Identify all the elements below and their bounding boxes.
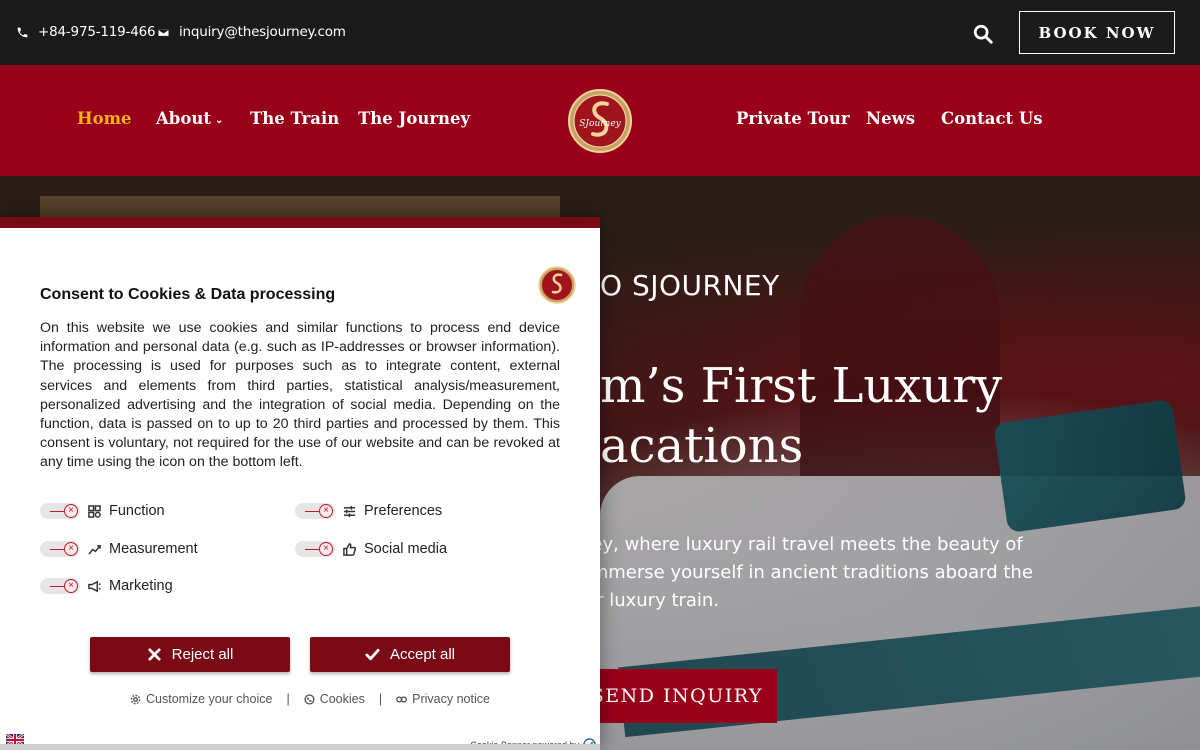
marketing-toggle[interactable]: × (40, 578, 80, 594)
consent-description: On this website we use cookies and simil… (40, 320, 560, 471)
nav-item-news[interactable]: News (866, 109, 915, 128)
sliders-icon (343, 505, 356, 517)
gear-icon (130, 694, 141, 704)
logo-text: SJourney (579, 119, 621, 129)
nav-label: About (156, 109, 211, 128)
nav-label: Contact Us (941, 109, 1043, 128)
nav-label: Private Tour (736, 109, 850, 128)
nav-item-private-tour[interactable]: Private Tour (736, 109, 850, 128)
phone-icon (17, 27, 28, 37)
email-contact[interactable]: inquiry@thesjourney.com (157, 24, 346, 40)
nav-label: Home (77, 109, 132, 128)
phone-contact[interactable]: +84-975-119-466 (16, 24, 156, 40)
privacy-label: Privacy notice (412, 692, 490, 706)
book-now-button[interactable]: BOOK NOW (1019, 11, 1175, 54)
hero-description: ney, where luxury rail travel meets the … (580, 534, 1033, 611)
category-label: Measurement (109, 541, 198, 557)
preferences-toggle[interactable]: × (295, 503, 335, 519)
link-icon (396, 696, 408, 702)
thumbs-up-icon (343, 542, 356, 556)
cookies-label: Cookies (319, 692, 365, 706)
sjourney-logo (538, 266, 576, 304)
category-label: Function (109, 503, 165, 519)
accept-all-button[interactable]: Accept all (310, 637, 510, 672)
envelope-icon (157, 27, 170, 37)
customize-choice-link[interactable]: Customize your choice (130, 692, 272, 706)
cookie-consent-dialog: Consent to Cookies & Data processing On … (0, 217, 600, 750)
nav-label: The Train (250, 109, 340, 128)
send-inquiry-button[interactable]: SEND INQUIRY (583, 669, 777, 723)
category-label: Preferences (364, 503, 443, 519)
nav-label: News (866, 109, 916, 128)
nav-label: The Journey (358, 109, 471, 128)
link-separator: | (286, 692, 290, 706)
megaphone-icon (88, 580, 101, 592)
function-icon (88, 504, 101, 518)
nav-item-the-train[interactable]: The Train (250, 109, 339, 128)
privacy-notice-link[interactable]: Privacy notice (396, 692, 490, 706)
consent-category-preferences[interactable]: × Preferences (295, 503, 442, 519)
consent-links: Customize your choice | Cookies | Privac… (130, 692, 490, 706)
nav-item-the-journey[interactable]: The Journey (358, 109, 470, 128)
social-media-toggle[interactable]: × (295, 541, 335, 557)
phone-number: +84-975-119-466 (38, 24, 156, 40)
nav-item-home[interactable]: Home (77, 109, 132, 128)
search-icon[interactable] (972, 23, 994, 45)
hero-title: m’s First Luxury acations (600, 358, 1003, 474)
hero-eyebrow: O SJOURNEY (600, 269, 780, 302)
check-icon (365, 648, 380, 661)
measurement-toggle[interactable]: × (40, 541, 80, 557)
nav-item-contact-us[interactable]: Contact Us (941, 109, 1043, 128)
email-address: inquiry@thesjourney.com (179, 24, 346, 40)
chevron-down-icon: ⌄ (214, 115, 224, 126)
category-label: Marketing (109, 578, 173, 594)
reject-all-label: Reject all (171, 646, 234, 663)
cookie-icon (304, 693, 315, 705)
close-icon (148, 648, 161, 661)
consent-title: Consent to Cookies & Data processing (40, 286, 336, 303)
category-label: Social media (364, 541, 448, 557)
reject-all-button[interactable]: Reject all (90, 637, 290, 672)
consent-category-social-media[interactable]: × Social media (295, 541, 447, 557)
link-separator: | (378, 692, 383, 706)
function-toggle[interactable]: × (40, 503, 80, 519)
cookies-link[interactable]: Cookies (304, 692, 365, 706)
consent-category-measurement[interactable]: × Measurement (40, 541, 198, 557)
top-bar: +84-975-119-466 inquiry@thesjourney.com … (0, 0, 1200, 65)
consent-category-function[interactable]: × Function (40, 503, 165, 519)
nav-item-about[interactable]: About ⌄ (156, 109, 223, 128)
consent-bottom-bar (0, 744, 600, 750)
customize-label: Customize your choice (146, 692, 273, 706)
accept-all-label: Accept all (389, 646, 456, 663)
consent-category-marketing[interactable]: × Marketing (40, 578, 173, 594)
main-nav: Home About ⌄ The Train The Journey SJourn… (0, 65, 1200, 176)
chart-icon (88, 544, 101, 555)
sjourney-logo[interactable]: SJourney (567, 86, 633, 156)
